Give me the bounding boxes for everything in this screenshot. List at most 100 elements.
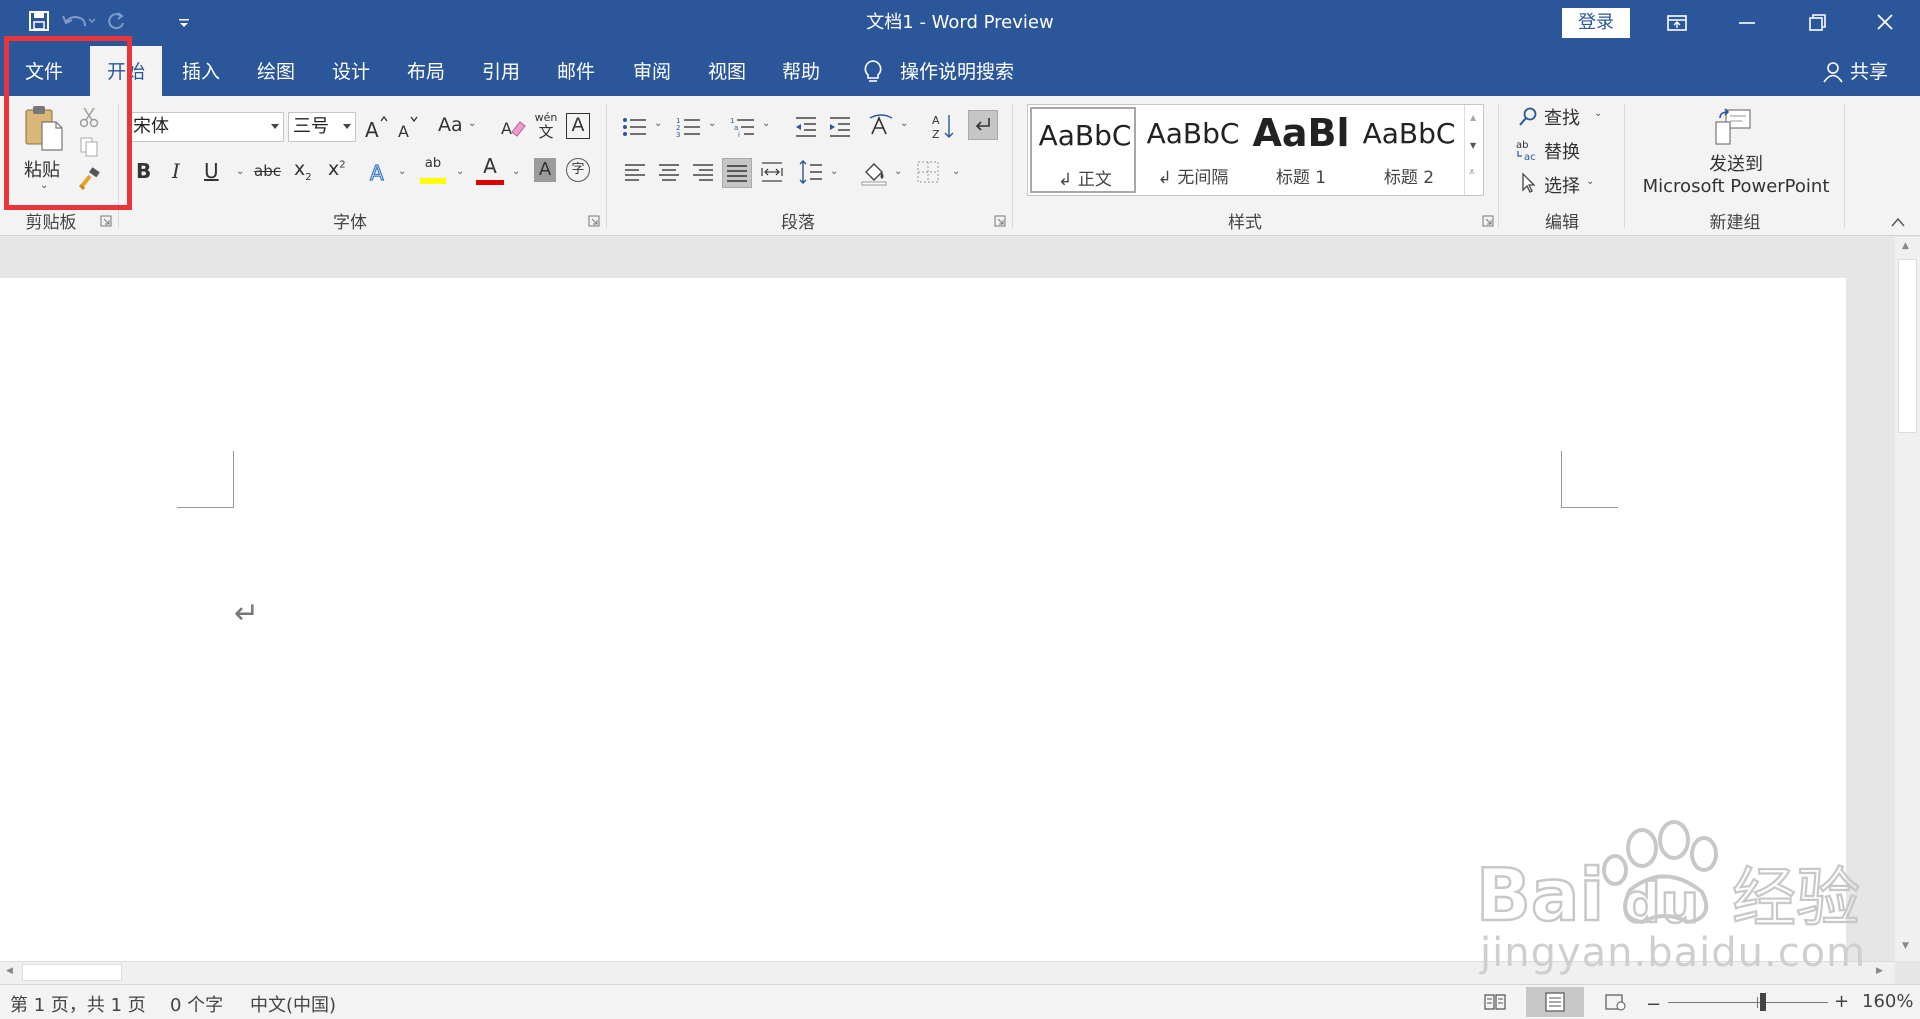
tab-mailings[interactable]: 邮件 (541, 46, 611, 96)
clipboard-launcher-icon[interactable] (100, 215, 112, 227)
bullets-icon[interactable] (622, 116, 648, 138)
paragraph-launcher-icon[interactable] (994, 215, 1006, 227)
redo-icon[interactable] (106, 10, 130, 36)
strikethrough-button[interactable]: abc (254, 162, 281, 180)
save-icon[interactable] (28, 10, 52, 36)
chinese-layout-icon[interactable] (868, 114, 894, 138)
chinese-layout-dropdown-icon[interactable]: ⌄ (900, 118, 908, 129)
share-button[interactable]: 共享 (1850, 46, 1888, 96)
minimize-icon[interactable] (1712, 0, 1782, 46)
decrease-indent-icon[interactable] (794, 116, 818, 138)
superscript-button[interactable]: x2 (328, 158, 346, 180)
font-color-button[interactable]: A (476, 154, 504, 186)
show-hide-marks-icon[interactable] (968, 110, 998, 140)
italic-button[interactable]: I (172, 159, 180, 183)
tab-references[interactable]: 引用 (466, 46, 536, 96)
horizontal-scroll-thumb[interactable] (22, 964, 122, 981)
select-cursor-icon[interactable] (1520, 172, 1538, 194)
styles-launcher-icon[interactable] (1482, 215, 1494, 227)
font-name-combobox[interactable]: 宋体 (128, 112, 284, 142)
select-button[interactable]: 选择 (1544, 172, 1580, 198)
undo-icon[interactable] (60, 10, 96, 36)
zoom-out-button[interactable]: − (1646, 994, 1661, 1015)
text-effects-dropdown-icon[interactable]: ⌄ (398, 166, 406, 177)
customize-qat-icon[interactable] (176, 10, 192, 36)
style-heading-2[interactable]: AaBbC 标题 2 (1356, 107, 1462, 193)
styles-down-icon[interactable]: ▼ (1470, 141, 1476, 150)
tab-draw[interactable]: 绘图 (241, 46, 311, 96)
vertical-scrollbar[interactable]: ▲ ▼ (1895, 237, 1920, 961)
styles-up-icon[interactable]: ▲ (1470, 113, 1476, 122)
highlight-button[interactable]: ab (420, 156, 446, 186)
distributed-icon[interactable] (760, 160, 784, 184)
restore-icon[interactable] (1782, 0, 1852, 46)
character-shading-button[interactable]: A (534, 158, 556, 182)
person-icon[interactable] (1822, 61, 1844, 83)
shading-dropdown-icon[interactable]: ⌄ (894, 166, 902, 177)
tab-design[interactable]: 设计 (316, 46, 386, 96)
scroll-down-icon[interactable]: ▼ (1902, 941, 1909, 951)
word-count[interactable]: 0 个字 (170, 991, 223, 1017)
multilevel-list-icon[interactable]: 1ai (730, 116, 756, 138)
font-color-dropdown-icon[interactable]: ⌄ (512, 166, 520, 177)
close-icon[interactable] (1850, 0, 1920, 46)
highlight-dropdown-icon[interactable]: ⌄ (456, 166, 464, 177)
line-spacing-dropdown-icon[interactable]: ⌄ (830, 166, 838, 177)
print-layout-icon[interactable] (1526, 987, 1584, 1017)
line-spacing-icon[interactable] (798, 158, 824, 186)
justify-icon[interactable] (722, 158, 752, 188)
zoom-slider-thumb[interactable] (1760, 993, 1766, 1011)
find-button[interactable]: 查找 (1544, 104, 1580, 130)
multilevel-dropdown-icon[interactable]: ⌄ (762, 118, 770, 129)
clear-formatting-icon[interactable]: A (500, 114, 526, 140)
bullets-dropdown-icon[interactable]: ⌄ (654, 118, 662, 129)
font-launcher-icon[interactable] (588, 215, 600, 227)
collapse-ribbon-icon[interactable] (1890, 216, 1906, 228)
tab-layout[interactable]: 布局 (391, 46, 461, 96)
tab-insert[interactable]: 插入 (166, 46, 236, 96)
ribbon-display-options-icon[interactable] (1642, 0, 1712, 46)
tab-help[interactable]: 帮助 (766, 46, 836, 96)
grow-font-icon[interactable]: A (364, 113, 390, 141)
enclose-characters-button[interactable]: 字 (566, 158, 590, 182)
align-center-icon[interactable] (658, 162, 680, 184)
select-dropdown-icon[interactable]: ⌄ (1586, 176, 1594, 187)
tab-view[interactable]: 视图 (692, 46, 762, 96)
tab-review[interactable]: 审阅 (617, 46, 687, 96)
increase-indent-icon[interactable] (828, 116, 852, 138)
zoom-level[interactable]: 160% (1862, 991, 1913, 1012)
numbering-icon[interactable]: 123 (676, 116, 702, 138)
text-effects-icon[interactable]: A (368, 158, 394, 186)
find-icon[interactable] (1518, 106, 1538, 128)
page-count[interactable]: 第 1 页，共 1 页 (10, 991, 146, 1017)
powerpoint-send-icon[interactable] (1712, 108, 1754, 148)
scroll-up-icon[interactable]: ▲ (1902, 241, 1909, 251)
change-case-button[interactable]: Aa (438, 114, 463, 136)
replace-icon[interactable]: ab ac (1516, 138, 1540, 162)
web-layout-icon[interactable] (1604, 993, 1626, 1011)
language-indicator[interactable]: 中文(中国) (250, 991, 336, 1017)
vertical-scroll-thumb[interactable] (1898, 259, 1917, 433)
phonetic-guide-button[interactable]: wén 文 (533, 112, 559, 142)
shading-icon[interactable] (860, 158, 888, 186)
borders-dropdown-icon[interactable]: ⌄ (952, 166, 960, 177)
zoom-slider[interactable] (1668, 1002, 1828, 1003)
numbering-dropdown-icon[interactable]: ⌄ (708, 118, 716, 129)
bold-button[interactable]: B (136, 159, 151, 183)
underline-dropdown-icon[interactable]: ⌄ (236, 166, 244, 177)
replace-button[interactable]: 替换 (1544, 138, 1580, 164)
zoom-in-button[interactable]: + (1834, 991, 1849, 1012)
scroll-left-icon[interactable]: ◀ (6, 966, 13, 976)
login-button[interactable]: 登录 (1562, 8, 1630, 38)
send-to-powerpoint-button[interactable]: 发送到 Microsoft PowerPoint (1640, 154, 1832, 198)
style-normal[interactable]: AaBbC ↲ 正文 (1030, 107, 1136, 193)
sort-icon[interactable]: AZ (932, 112, 954, 140)
shrink-font-icon[interactable]: A (396, 113, 422, 141)
tell-me-search[interactable]: 操作说明搜索 (900, 46, 1014, 96)
styles-more-icon[interactable]: ⩡ (1469, 167, 1475, 178)
align-right-icon[interactable] (692, 162, 714, 184)
underline-button[interactable]: U (204, 159, 219, 183)
font-size-combobox[interactable]: 三号 (288, 112, 356, 142)
borders-icon[interactable] (916, 160, 940, 184)
read-mode-icon[interactable] (1484, 993, 1506, 1011)
